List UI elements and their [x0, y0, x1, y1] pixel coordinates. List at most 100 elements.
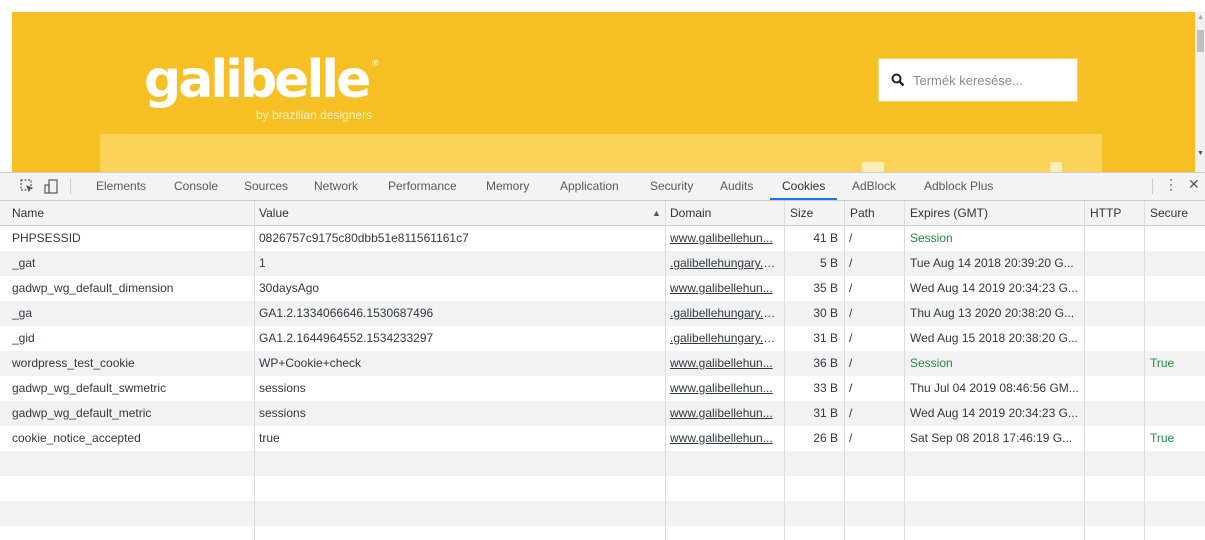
product-search-input[interactable]: Termék keresése... [878, 58, 1078, 102]
cookie-size: 26 B [813, 431, 838, 445]
cookie-http [1090, 226, 1140, 251]
cookie-name: PHPSESSID [12, 231, 81, 245]
scroll-up-arrow-icon[interactable]: ▲ [1197, 14, 1204, 21]
close-icon[interactable]: ✕ [1188, 176, 1200, 193]
column-divider[interactable] [904, 201, 905, 540]
cookie-http [1090, 276, 1140, 301]
column-divider[interactable] [784, 201, 785, 540]
cookie-size: 30 B [813, 306, 838, 320]
column-divider[interactable] [1084, 201, 1085, 540]
scrollbar-thumb[interactable] [1197, 30, 1204, 52]
nav-glyph [1050, 162, 1062, 172]
cookie-size: 31 B [813, 331, 838, 345]
cookie-domain: www.galibellehun... [670, 381, 773, 395]
cookie-size: 41 B [813, 231, 838, 245]
column-divider[interactable] [1144, 201, 1145, 540]
toolbar-divider [70, 179, 71, 194]
cookie-domain: www.galibellehun... [670, 356, 773, 370]
cookie-expires: Wed Aug 15 2018 20:38:20 G... [910, 331, 1078, 345]
tab-network[interactable]: Network [314, 173, 358, 200]
cookie-size: 5 B [819, 256, 838, 270]
table-row[interactable]: _ga GA1.2.1334066646.1530687496 .galibel… [0, 301, 1205, 326]
column-divider[interactable] [665, 201, 666, 540]
device-toolbar-icon[interactable] [44, 179, 59, 194]
inspect-icon[interactable] [20, 179, 35, 194]
cookie-secure [1150, 251, 1200, 276]
cookie-value: 1 [259, 256, 266, 270]
table-row[interactable]: _gat 1 .galibellehungary.c... 5 B / Tue … [0, 251, 1205, 276]
cookie-domain: www.galibellehun... [670, 431, 773, 445]
tab-audits[interactable]: Audits [720, 173, 753, 200]
cookie-value: GA1.2.1644964552.1534233297 [259, 331, 434, 345]
table-row[interactable]: gadwp_wg_default_swmetric sessions www.g… [0, 376, 1205, 401]
column-header-value[interactable]: Value [259, 201, 289, 225]
cookie-secure [1150, 301, 1200, 326]
cookie-expires: Session [910, 231, 953, 245]
tab-cookies[interactable]: Cookies [770, 173, 838, 200]
column-header-size[interactable]: Size [790, 201, 813, 225]
cookie-value: sessions [259, 406, 306, 420]
column-header-expires[interactable]: Expires (GMT) [910, 201, 988, 225]
table-row[interactable]: gadwp_wg_default_metric sessions www.gal… [0, 401, 1205, 426]
scroll-down-arrow-icon[interactable]: ▼ [1197, 150, 1204, 157]
table-row[interactable]: gadwp_wg_default_dimension 30daysAgo www… [0, 276, 1205, 301]
cookie-size: 33 B [813, 381, 838, 395]
cookie-name: cookie_notice_accepted [12, 431, 141, 445]
cookie-value: 30daysAgo [259, 281, 320, 295]
logo-registered-mark: ® [372, 58, 379, 68]
cookies-table-header: Name Value ▲ Domain Size Path Expires (G… [0, 201, 1205, 226]
cookie-name: wordpress_test_cookie [12, 356, 135, 370]
cookie-path: / [849, 331, 853, 345]
more-options-icon[interactable]: ⋮ [1164, 176, 1178, 193]
tab-adblock[interactable]: AdBlock [852, 173, 896, 200]
site-logo[interactable]: galibelle ® by brazilian designers [144, 52, 404, 130]
cookie-value: sessions [259, 381, 306, 395]
column-divider[interactable] [254, 201, 255, 540]
toolbar-divider [1152, 179, 1153, 194]
cookie-secure [1150, 226, 1200, 251]
cookie-http [1090, 351, 1140, 376]
tab-memory[interactable]: Memory [486, 173, 529, 200]
cookie-path: / [849, 356, 853, 370]
nav-glyph [862, 162, 884, 172]
cookie-http [1090, 251, 1140, 276]
tab-adblock-plus[interactable]: Adblock Plus [924, 173, 993, 200]
table-row[interactable]: _gid GA1.2.1644964552.1534233297 .galibe… [0, 326, 1205, 351]
cookie-value: WP+Cookie+check [259, 356, 362, 370]
cookie-name: gadwp_wg_default_dimension [12, 281, 174, 295]
tab-elements[interactable]: Elements [96, 173, 146, 200]
sort-ascending-icon: ▲ [652, 208, 661, 218]
column-header-domain[interactable]: Domain [670, 201, 711, 225]
site-navigation-bar [100, 134, 1102, 172]
website-viewport: galibelle ® by brazilian designers Termé… [0, 0, 1205, 172]
tab-performance[interactable]: Performance [388, 173, 457, 200]
tab-security[interactable]: Security [650, 173, 693, 200]
table-row[interactable]: PHPSESSID 0826757c9175c80dbb51e811561161… [0, 226, 1205, 251]
cookie-secure [1150, 326, 1200, 351]
cookie-name: _gat [12, 256, 36, 270]
tab-sources[interactable]: Sources [244, 173, 288, 200]
table-row[interactable]: cookie_notice_accepted true www.galibell… [0, 426, 1205, 451]
cookie-expires: Tue Aug 14 2018 20:39:20 G... [910, 256, 1074, 270]
column-header-http[interactable]: HTTP [1090, 201, 1121, 225]
cookie-size: 31 B [813, 406, 838, 420]
cookie-path: / [849, 256, 853, 270]
cookie-expires: Session [910, 356, 953, 370]
empty-row [0, 501, 1205, 526]
cookie-expires: Thu Aug 13 2020 20:38:20 G... [910, 306, 1075, 320]
devtools-panel: Elements Console Sources Network Perform… [0, 172, 1205, 540]
cookie-size: 35 B [813, 281, 838, 295]
column-header-secure[interactable]: Secure [1150, 201, 1188, 225]
tab-console[interactable]: Console [174, 173, 218, 200]
tab-application[interactable]: Application [560, 173, 619, 200]
cookies-table-body: PHPSESSID 0826757c9175c80dbb51e811561161… [0, 226, 1205, 540]
column-header-name[interactable]: Name [12, 201, 44, 225]
column-header-path[interactable]: Path [850, 201, 875, 225]
cookie-domain: .galibellehungary.c... [670, 331, 778, 345]
cookie-value: true [259, 431, 280, 445]
table-row[interactable]: wordpress_test_cookie WP+Cookie+check ww… [0, 351, 1205, 376]
cookie-http [1090, 376, 1140, 401]
empty-row [0, 526, 1205, 540]
cookie-expires: Sat Sep 08 2018 17:46:19 G... [910, 431, 1073, 445]
column-divider[interactable] [844, 201, 845, 540]
